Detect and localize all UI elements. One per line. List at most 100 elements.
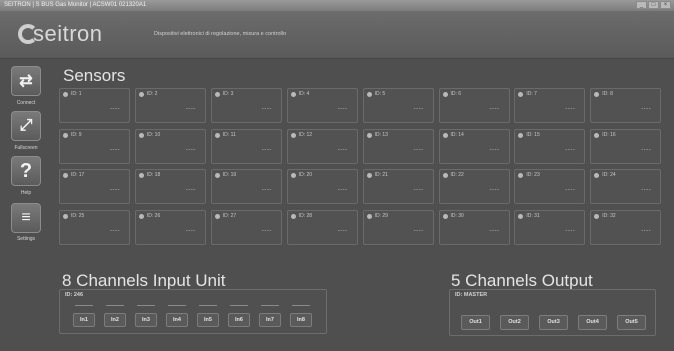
sensor-value: ----: [185, 187, 196, 193]
sensor-tile[interactable]: ID: 28 ----: [286, 209, 358, 245]
sensor-status-icon: [214, 213, 220, 219]
sensor-value: ----: [489, 187, 500, 193]
sensor-value: ----: [261, 187, 272, 193]
input-channel-button[interactable]: In1: [73, 313, 95, 327]
fullscreen-button[interactable]: ⤢: [11, 111, 41, 141]
connect-button[interactable]: ⇄: [11, 66, 41, 96]
sensor-status-icon: [214, 132, 220, 138]
sensor-tile[interactable]: ID: 8 ----: [590, 88, 662, 123]
input-channel-button[interactable]: In8: [290, 313, 312, 327]
input-channel-button[interactable]: In6: [228, 313, 250, 327]
sensor-tile[interactable]: ID: 30 ----: [438, 209, 510, 245]
connect-arrows-icon: ⇄: [19, 73, 33, 90]
input-channel-button[interactable]: In4: [166, 313, 188, 327]
help-button[interactable]: ?: [11, 156, 41, 186]
close-button[interactable]: ×: [660, 1, 671, 9]
input-channel-button[interactable]: In2: [104, 313, 126, 327]
sensor-status-icon: [138, 92, 144, 97]
sensor-id: ID: 31: [526, 212, 540, 219]
output-channel-button[interactable]: Out4: [578, 315, 607, 330]
sensor-tile[interactable]: ID: 24 ----: [590, 169, 662, 204]
sensor-tile[interactable]: ID: 11 ----: [210, 128, 282, 164]
sensor-value: ----: [110, 187, 120, 193]
help-icon: ?: [19, 159, 33, 182]
sensor-id: ID: 24: [602, 172, 616, 178]
sensor-tile[interactable]: ID: 15 ----: [514, 128, 586, 164]
connect-label: Connect: [16, 100, 36, 106]
sensor-tile[interactable]: ID: 29 ----: [362, 209, 434, 245]
sensor-value: ----: [489, 106, 500, 112]
sensor-value: ----: [641, 187, 652, 193]
sensor-value: ----: [337, 187, 348, 193]
sensor-status-icon: [63, 132, 68, 138]
sensor-tile[interactable]: ID: 10 ----: [134, 128, 206, 164]
sensor-id: ID: 3: [222, 91, 234, 97]
sensor-id: ID: 11: [222, 131, 236, 138]
sensor-tile[interactable]: ID: 3 ----: [210, 88, 282, 123]
sensor-tile[interactable]: ID: 23 ----: [514, 169, 586, 204]
settings-button[interactable]: ≡: [11, 203, 41, 233]
sensor-value: ----: [261, 227, 272, 234]
sensor-tile[interactable]: ID: 4 ----: [286, 88, 358, 123]
maximize-button[interactable]: □: [648, 1, 659, 9]
input-channel-button[interactable]: In5: [197, 313, 219, 327]
sensor-id: ID: 1: [71, 91, 82, 97]
fullscreen-label: Fullscreen: [14, 145, 38, 151]
sensor-status-icon: [366, 132, 372, 138]
sensor-id: ID: 10: [146, 131, 161, 138]
input-channel-indicator: [230, 305, 248, 306]
output-channel-button[interactable]: Out3: [539, 315, 568, 330]
sensor-tile[interactable]: ID: 31 ----: [514, 209, 586, 245]
sensor-id: ID: 4: [298, 91, 310, 97]
input-unit-title: 8 Channels Input Unit: [62, 271, 226, 290]
sensor-id: ID: 22: [450, 172, 464, 178]
output-unit-panel: ID: MASTER Out1 Out2 Out3 Out4 Out5: [449, 289, 656, 336]
sensor-value: ----: [641, 146, 652, 153]
output-channel-button[interactable]: Out1: [461, 315, 490, 330]
sensor-tile[interactable]: ID: 7 ----: [514, 88, 586, 123]
app-header: seitron Dispositivi elettronici di regol…: [0, 11, 674, 59]
sensor-tile[interactable]: ID: 14 ----: [438, 128, 510, 164]
sensor-status-icon: [442, 173, 448, 178]
sensor-status-icon: [138, 213, 144, 219]
sensor-status-icon: [594, 213, 600, 219]
sensor-id: ID: 14: [450, 131, 464, 138]
sensor-tile[interactable]: ID: 21 ----: [362, 169, 434, 204]
minimize-button[interactable]: _: [636, 1, 647, 9]
sensor-tile[interactable]: ID: 5 ----: [362, 88, 434, 123]
sensor-id: ID: 29: [374, 212, 388, 219]
sensor-value: ----: [110, 146, 120, 153]
sensor-value: ----: [413, 146, 424, 153]
sensor-value: ----: [565, 146, 576, 153]
output-channel-button[interactable]: Out5: [617, 315, 646, 330]
sensor-tile[interactable]: ID: 9 ----: [59, 128, 130, 164]
sensor-value: ----: [565, 106, 576, 112]
sensor-tile[interactable]: ID: 27 ----: [210, 209, 282, 245]
output-channel-button[interactable]: Out2: [500, 315, 529, 330]
sensor-tile[interactable]: ID: 13 ----: [362, 128, 434, 164]
sensor-id: ID: 9: [71, 131, 82, 138]
sensor-tile[interactable]: ID: 20 ----: [286, 169, 358, 204]
sensor-value: ----: [337, 227, 348, 234]
sensor-tile[interactable]: ID: 26 ----: [134, 209, 206, 245]
sensor-value: ----: [185, 106, 196, 112]
input-channel-button[interactable]: In7: [259, 313, 281, 327]
sensor-tile[interactable]: ID: 17 ----: [59, 169, 130, 204]
sensor-status-icon: [214, 173, 220, 178]
sensor-tile[interactable]: ID: 25 ----: [59, 209, 130, 245]
sensor-tile[interactable]: ID: 6 ----: [438, 88, 510, 123]
sensor-id: ID: 26: [146, 212, 161, 219]
input-channel-button[interactable]: In3: [135, 313, 157, 327]
sensor-tile[interactable]: ID: 1 ----: [59, 88, 130, 123]
sensor-tile[interactable]: ID: 12 ----: [286, 128, 358, 164]
sensor-tile[interactable]: ID: 16 ----: [590, 128, 662, 164]
sensor-value: ----: [489, 227, 500, 234]
sensor-tile[interactable]: ID: 2 ----: [134, 88, 206, 123]
sensor-tile[interactable]: ID: 18 ----: [134, 169, 206, 204]
sensor-tile[interactable]: ID: 22 ----: [438, 169, 510, 204]
sensor-status-icon: [290, 173, 296, 178]
sensor-tile[interactable]: ID: 32 ----: [590, 209, 662, 245]
window-title: SEITRON | S BUS Gas Monitor | ACSW01 021…: [4, 2, 147, 8]
sensor-status-icon: [442, 213, 448, 219]
sensor-tile[interactable]: ID: 19 ----: [210, 169, 282, 204]
